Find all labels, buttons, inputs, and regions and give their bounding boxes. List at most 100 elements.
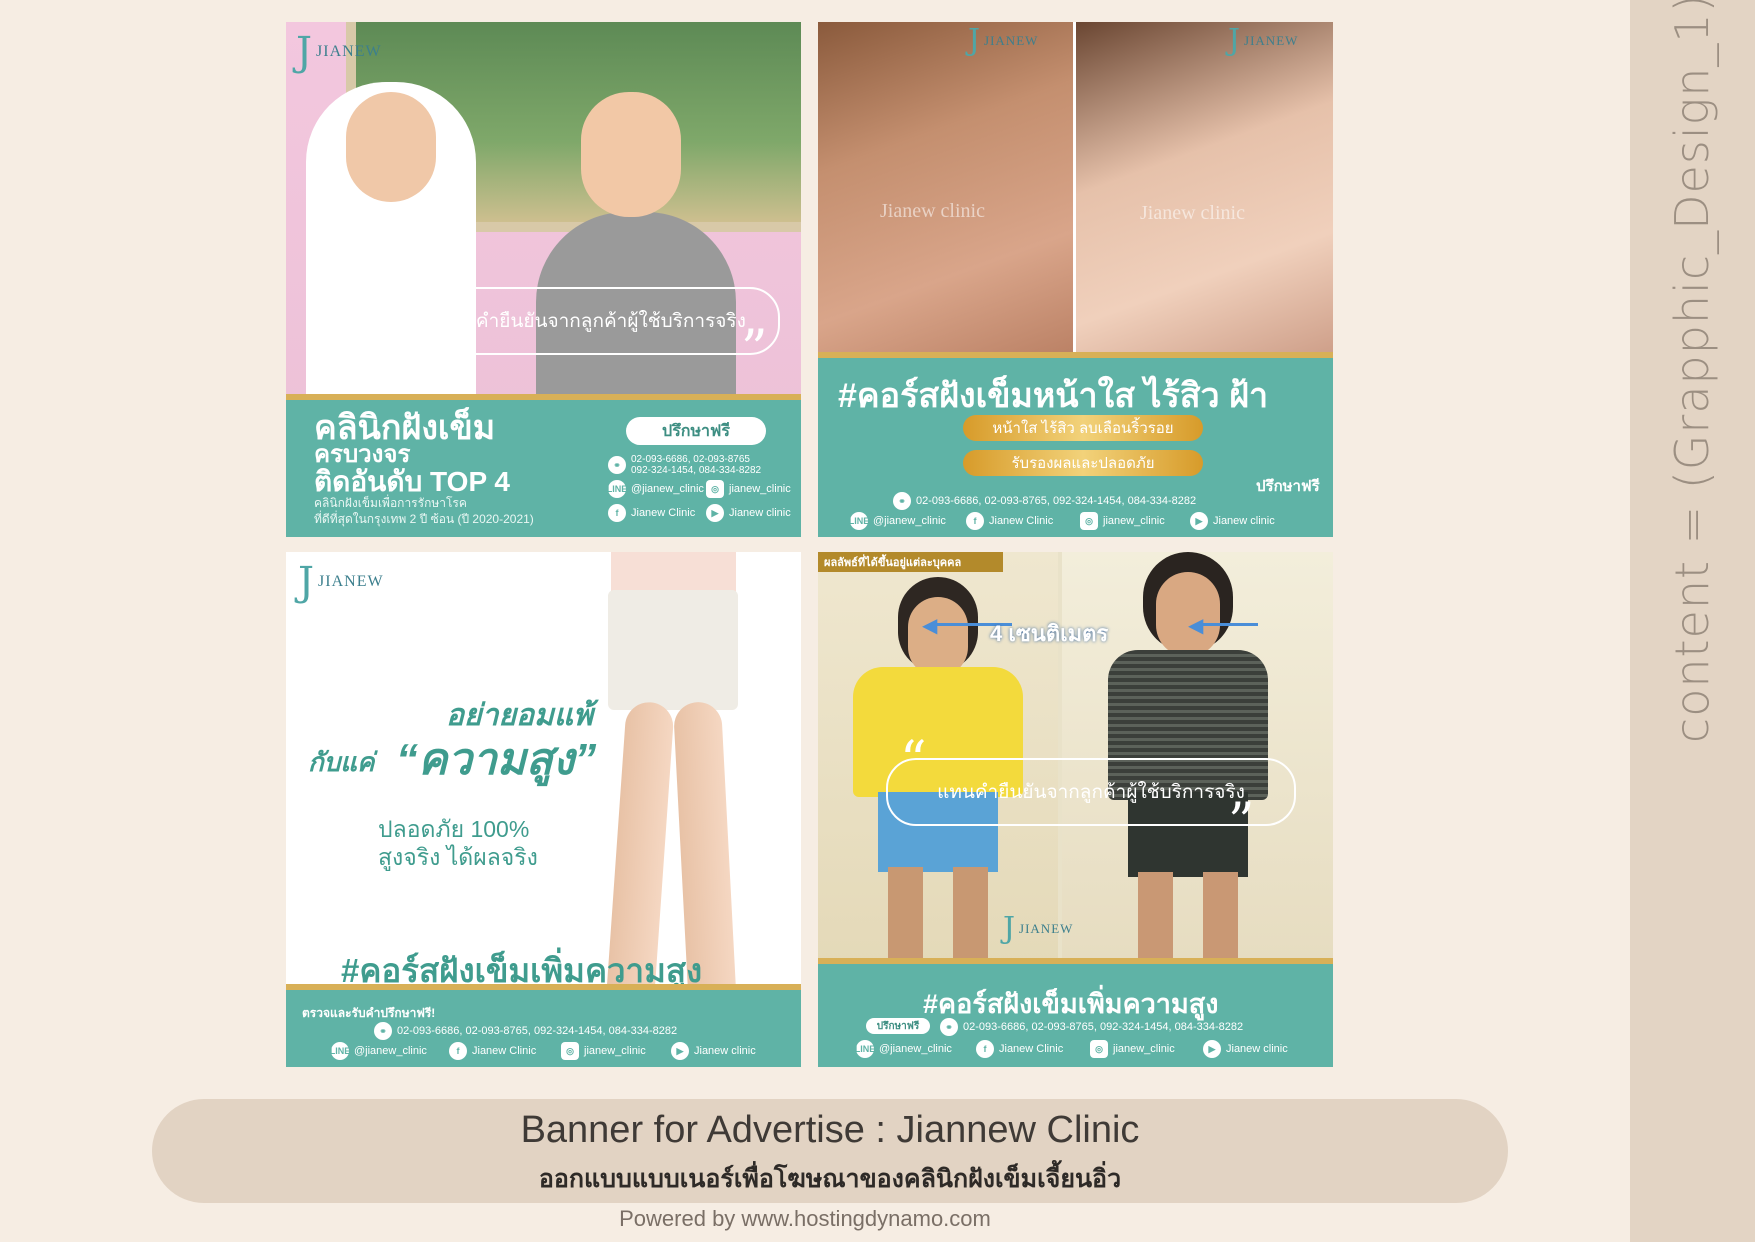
before-leg-right [953,867,988,967]
line-contact[interactable]: LINE @jianew_clinic [607,480,704,498]
facebook-handle: Jianew Clinic [999,1043,1064,1055]
logo-name: JIANEW [984,33,1039,48]
facebook-icon: f [449,1042,467,1060]
benefit-pill-2: รับรองผลและปลอดภัย [963,450,1203,476]
phone-contact: ⚭ 02-093-6686, 02-093-8765, 092-324-1454… [893,492,1196,510]
open-quote-icon: “ [424,258,451,318]
before-face [908,597,968,677]
headline-2a: กับแค่ [308,747,375,777]
caption-title: Banner for Advertise : Jiannew Clinic [520,1109,1140,1151]
caption-pill: Banner for Advertise : Jiannew Clinic ออ… [152,1099,1508,1203]
before-leg-left [888,867,923,967]
logo-name: JIANEW [318,573,384,590]
youtube-handle: Jianew clinic [1226,1043,1288,1055]
clinic-logo-left: J JIANEW [968,26,1038,56]
line-contact[interactable]: LINE @jianew_clinic [330,1042,427,1060]
logo-name: JIANEW [1244,33,1299,48]
consult-button[interactable]: ปรึกษาฟรี [866,1018,930,1034]
line-contact[interactable]: LINE @jianew_clinic [855,1040,952,1058]
facebook-icon: f [976,1040,994,1058]
patient-face [581,92,681,217]
youtube-icon: ▶ [706,504,724,522]
link-icon: ⚭ [893,492,911,510]
clinic-logo: J JIANEW [298,562,384,602]
line-handle: @jianew_clinic [354,1045,427,1057]
phone-line1: 02-093-6686, 02-093-8765 [631,454,750,465]
after-leg-left [1138,872,1173,967]
line-icon: LINE [855,1040,875,1058]
phone-numbers: 02-093-6686, 02-093-8765, 092-324-1454, … [963,1021,1244,1033]
quote-text: แทนคำยืนยันจากลูกค้าผู้ใช้บริการจริง [438,311,746,332]
banner-height-result[interactable]: ผลลัพธ์ที่ได้ขึ้นอยู่แต่ละบุคคล ◀ ◀ 4 เซ… [818,552,1333,1067]
banner-height-course[interactable]: J JIANEW อย่ายอมแพ้ กับแค่ “ความสูง” ปลอ… [286,552,801,1067]
line-icon: LINE [330,1042,350,1060]
after-measure-line [1198,623,1258,626]
facebook-contact[interactable]: f Jianew Clinic [449,1042,536,1060]
instagram-handle: jianew_clinic [1113,1043,1175,1055]
youtube-handle: Jianew clinic [694,1045,756,1057]
logo-mark: J [968,23,981,58]
phone-contact: ⚭ 02-093-6686, 02-093-8765, 092-324-1454… [940,1018,1243,1036]
facebook-contact[interactable]: f Jianew Clinic [976,1040,1063,1058]
arrow-left-icon: ◀ [1188,615,1204,637]
phone-contact: ⚭ 02-093-6686, 02-093-8765 092-324-1454,… [608,454,761,476]
desc-line2: ที่ดีที่สุดในกรุงเทพ 2 ปี ซ้อน (ปี 2020-… [314,512,534,526]
facebook-handle: Jianew Clinic [631,507,696,519]
caption-subtitle: ออกแบบแบบเนอร์เพื่อโฆษณาของคลินิกฝังเข็ม… [538,1165,1122,1193]
after-leg-right [1203,872,1238,967]
doctor-face [346,92,436,202]
logo-mark: J [1228,23,1241,58]
line-handle: @jianew_clinic [631,483,704,495]
clinic-logo-right: J JIANEW [1228,26,1298,56]
watermark-before: Jianew clinic [880,200,985,222]
youtube-contact[interactable]: ▶ Jianew clinic [671,1042,756,1060]
instagram-contact[interactable]: ◎ jianew_clinic [1080,512,1165,530]
youtube-contact[interactable]: ▶ Jianew clinic [1203,1040,1288,1058]
after-photo [1076,22,1333,362]
facebook-icon: f [608,504,626,522]
line-handle: @jianew_clinic [879,1043,952,1055]
photo-divider [1073,22,1076,362]
clinic-logo: J JIANEW [1003,914,1073,944]
instagram-handle: jianew_clinic [1103,515,1165,527]
youtube-icon: ▶ [1203,1040,1221,1058]
logo-name: JIANEW [1019,921,1074,936]
quote-box: แทนคำยืนยันจากลูกค้าผู้ใช้บริการจริง [404,287,780,355]
line-icon: LINE [607,480,627,498]
close-quote-icon: ” [741,320,768,380]
link-icon: ⚭ [940,1018,958,1036]
consult-button[interactable]: ปรึกษาฟรี [626,417,766,445]
rail-text: content = (Grapphic_Design_1); [1665,0,1719,744]
instagram-icon: ◎ [1080,512,1098,530]
close-quote-icon: ” [1228,793,1255,853]
line-icon: LINE [849,512,869,530]
instagram-contact[interactable]: ◎ jianew_clinic [706,480,791,498]
logo-mark: J [1003,911,1016,946]
link-icon: ⚭ [608,456,626,474]
arrow-left-icon: ◀ [922,615,938,637]
link-icon: ⚭ [374,1022,392,1040]
line-handle: @jianew_clinic [873,515,946,527]
instagram-handle: jianew_clinic [729,483,791,495]
instagram-icon: ◎ [561,1042,579,1060]
line-contact[interactable]: LINE @jianew_clinic [849,512,946,530]
facebook-contact[interactable]: f Jianew Clinic [966,512,1053,530]
instagram-handle: jianew_clinic [584,1045,646,1057]
quote-text: แทนคำยืนยันจากลูกค้าผู้ใช้บริการจริง [937,782,1245,803]
instagram-contact[interactable]: ◎ jianew_clinic [561,1042,646,1060]
banner-face-course[interactable]: Jianew clinic Jianew clinic J JIANEW J J… [818,22,1333,537]
logo-name: JIANEW [316,43,382,60]
consult-label[interactable]: ปรึกษาฟรี [1256,474,1320,498]
facebook-handle: Jianew Clinic [472,1045,537,1057]
instagram-contact[interactable]: ◎ jianew_clinic [1090,1040,1175,1058]
youtube-contact[interactable]: ▶ Jianew clinic [1190,512,1275,530]
banner-testimonial[interactable]: แทนคำยืนยันจากลูกค้าผู้ใช้บริการจริง “ ”… [286,22,801,537]
subline-2: สูงจริง ได้ผลจริง [378,844,538,870]
disclaimer-tag: ผลลัพธ์ที่ได้ขึ้นอยู่แต่ละบุคคล [818,552,1003,572]
facebook-icon: f [966,512,984,530]
phone-numbers: 02-093-6686, 02-093-8765, 092-324-1454, … [397,1025,678,1037]
youtube-icon: ▶ [1190,512,1208,530]
youtube-contact[interactable]: ▶ Jianew clinic [706,504,791,522]
clinic-logo: J JIANEW [296,32,382,72]
facebook-contact[interactable]: f Jianew Clinic [608,504,695,522]
